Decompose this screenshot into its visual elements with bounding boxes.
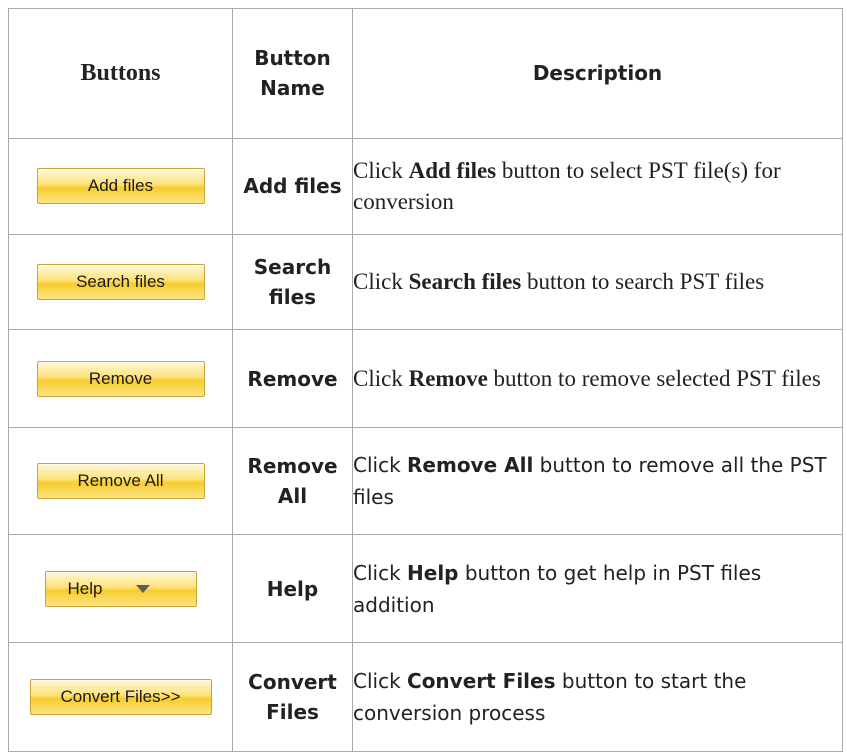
button-name: Help — [232, 534, 353, 643]
help-button-label: Help — [67, 578, 103, 598]
search-files-button[interactable]: Search files — [36, 263, 205, 300]
chevron-down-icon — [136, 584, 151, 593]
header-button-name: Button Name — [232, 8, 353, 139]
button-name: Search files — [232, 233, 353, 331]
button-name: Convert Files — [232, 641, 353, 753]
add-files-button[interactable]: Add files — [36, 168, 205, 205]
header-row: Buttons Button Name Description — [8, 8, 843, 139]
button-name: Remove All — [232, 427, 353, 536]
header-buttons: Buttons — [8, 8, 233, 139]
description-bold: Remove — [408, 366, 488, 392]
description-bold: Help — [407, 560, 459, 585]
description: Click Help button to get help in PST fil… — [352, 534, 843, 643]
button-cell: Remove — [8, 329, 233, 429]
table-row: Convert Files>> Convert Files Click Conv… — [8, 641, 843, 753]
description-bold: Remove All — [407, 453, 534, 478]
button-name: Add files — [232, 137, 353, 235]
button-cell: Remove All — [8, 427, 233, 536]
button-cell: Convert Files>> — [8, 641, 233, 753]
description: Click Remove All button to remove all th… — [352, 427, 843, 536]
help-button[interactable]: Help — [44, 570, 197, 607]
description: Click Convert Files button to start the … — [352, 641, 843, 753]
remove-button[interactable]: Remove — [36, 360, 205, 397]
table-row: Remove All Remove All Click Remove All b… — [8, 427, 843, 536]
description: Click Search files button to search PST … — [352, 233, 843, 331]
description-bold: Add files — [408, 158, 497, 184]
convert-files-button[interactable]: Convert Files>> — [29, 678, 212, 715]
description: Click Add files button to select PST fil… — [352, 137, 843, 235]
button-name: Remove — [232, 329, 353, 429]
buttons-table: Buttons Button Name Description Add file… — [8, 8, 843, 753]
button-cell: Add files — [8, 137, 233, 235]
remove-all-button[interactable]: Remove All — [36, 463, 205, 500]
table-row: Add files Add files Click Add files butt… — [8, 137, 843, 235]
description-bold: Convert Files — [407, 668, 556, 693]
description: Click Remove button to remove selected P… — [352, 329, 843, 429]
button-cell: Help — [8, 534, 233, 643]
table-row: Help Help Click Help button to get help … — [8, 534, 843, 643]
description-bold: Search files — [408, 269, 522, 295]
button-cell: Search files — [8, 233, 233, 331]
table-row: Search files Search files Click Search f… — [8, 233, 843, 331]
table-row: Remove Remove Click Remove button to rem… — [8, 329, 843, 429]
header-description: Description — [352, 8, 843, 139]
